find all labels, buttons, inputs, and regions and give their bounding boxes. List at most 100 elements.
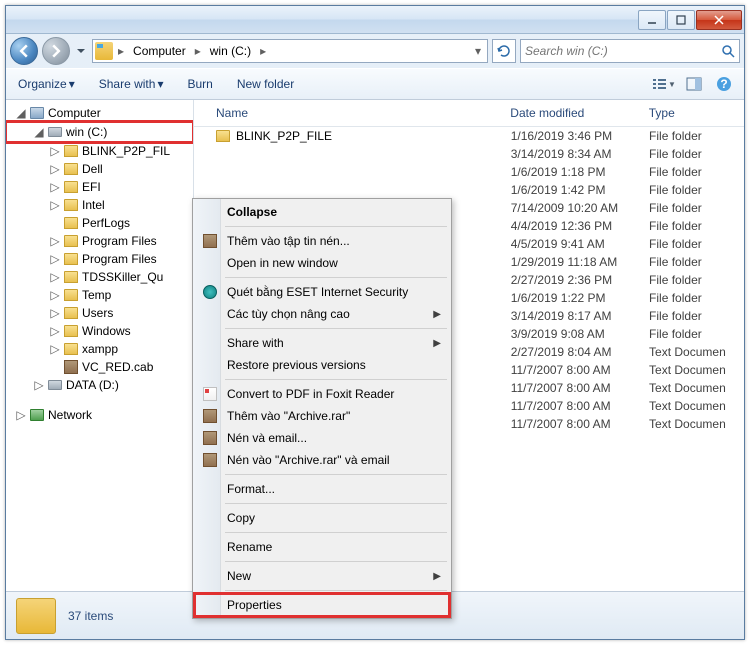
ctx-compress-email[interactable]: Nén và email... [195, 427, 449, 449]
folder-icon [64, 235, 78, 247]
file-row[interactable]: 1/6/2019 1:42 PMFile folder [194, 181, 744, 199]
file-row[interactable]: 1/6/2019 1:18 PMFile folder [194, 163, 744, 181]
folder-icon [216, 130, 230, 142]
explorer-window: ▸ Computer ▸ win (C:) ▸ ▾ Organize ▾ Sha… [5, 5, 745, 640]
ctx-advanced-options[interactable]: Các tùy chọn nâng cao▶ [195, 303, 449, 325]
minimize-button[interactable] [638, 10, 666, 30]
ctx-convert-pdf[interactable]: Convert to PDF in Foxit Reader [195, 383, 449, 405]
caret-icon[interactable]: ◢ [16, 108, 26, 118]
tree-folder[interactable]: ▷Users [6, 304, 193, 322]
col-name[interactable]: Name [194, 100, 502, 126]
ctx-add-to-archive[interactable]: Thêm vào tập tin nén... [195, 230, 449, 252]
status-count: 37 items [68, 609, 113, 623]
ctx-share-with[interactable]: Share with▶ [195, 332, 449, 354]
col-date[interactable]: Date modified [502, 100, 640, 126]
chevron-right-icon: ▶ [433, 571, 441, 582]
maximize-button[interactable] [667, 10, 695, 30]
ctx-new[interactable]: New▶ [195, 565, 449, 587]
navigation-pane[interactable]: ◢ Computer ◢ win (C:) ▷BLINK_P2P_FIL▷Del… [6, 100, 194, 591]
ctx-compress-archive-email[interactable]: Nén vào "Archive.rar" và email [195, 449, 449, 471]
svg-text:?: ? [720, 77, 727, 91]
tree-folder[interactable]: ▷xampp [6, 340, 193, 358]
ctx-format[interactable]: Format... [195, 478, 449, 500]
caret-icon[interactable]: ▷ [50, 200, 60, 210]
drive-icon [48, 380, 62, 390]
folder-icon [64, 271, 78, 283]
tree-folder[interactable]: ▷BLINK_P2P_FIL [6, 142, 193, 160]
folder-icon [64, 217, 78, 229]
back-button[interactable] [10, 37, 38, 65]
tree-folder[interactable]: ▷Windows [6, 322, 193, 340]
chevron-right-icon[interactable]: ▸ [257, 44, 269, 58]
address-bar[interactable]: ▸ Computer ▸ win (C:) ▸ ▾ [92, 39, 488, 63]
search-input[interactable] [525, 44, 717, 58]
ctx-properties[interactable]: Properties [195, 594, 449, 616]
tree-folder[interactable]: VC_RED.cab [6, 358, 193, 376]
ctx-eset-scan[interactable]: Quét bằng ESET Internet Security [195, 281, 449, 303]
preview-pane-button[interactable] [682, 73, 706, 95]
caret-icon[interactable]: ▷ [50, 272, 60, 282]
caret-icon[interactable]: ▷ [50, 290, 60, 300]
computer-icon [30, 107, 44, 119]
column-headers: Name Date modified Type [194, 100, 744, 127]
chevron-right-icon: ▶ [433, 338, 441, 349]
tree-folder[interactable]: ▷Intel [6, 196, 193, 214]
caret-icon[interactable]: ▷ [50, 254, 60, 264]
burn-button[interactable]: Burn [183, 74, 216, 94]
ctx-copy[interactable]: Copy [195, 507, 449, 529]
tree-folder[interactable]: ▷Temp [6, 286, 193, 304]
ctx-open-new-window[interactable]: Open in new window [195, 252, 449, 274]
search-box[interactable] [520, 39, 740, 63]
tree-folder[interactable]: PerfLogs [6, 214, 193, 232]
nav-history-dropdown[interactable] [74, 39, 88, 63]
organize-button[interactable]: Organize ▾ [14, 74, 79, 94]
new-folder-button[interactable]: New folder [233, 74, 298, 94]
caret-icon[interactable]: ◢ [34, 127, 44, 137]
caret-icon[interactable]: ▷ [50, 236, 60, 246]
tree-folder[interactable]: ▷Dell [6, 160, 193, 178]
eset-icon [203, 285, 217, 299]
ctx-add-archive-rar[interactable]: Thêm vào "Archive.rar" [195, 405, 449, 427]
col-type[interactable]: Type [641, 100, 744, 126]
tree-computer[interactable]: ◢ Computer [6, 104, 193, 122]
ctx-collapse[interactable]: Collapse [195, 201, 449, 223]
titlebar [6, 6, 744, 34]
breadcrumb-drive[interactable]: win (C:) [206, 42, 255, 60]
folder-icon [64, 289, 78, 301]
caret-icon[interactable]: ▷ [50, 182, 60, 192]
breadcrumb-computer[interactable]: Computer [129, 42, 190, 60]
tree-drive-d[interactable]: ▷ DATA (D:) [6, 376, 193, 394]
ctx-restore-versions[interactable]: Restore previous versions [195, 354, 449, 376]
folder-icon [64, 181, 78, 193]
caret-icon[interactable] [50, 218, 60, 228]
ctx-rename[interactable]: Rename [195, 536, 449, 558]
caret-icon[interactable]: ▷ [16, 410, 26, 420]
tree-drive-c[interactable]: ◢ win (C:) [6, 123, 193, 141]
chevron-down-icon[interactable]: ▾ [471, 44, 485, 58]
help-button[interactable]: ? [712, 73, 736, 95]
view-options-button[interactable]: ▼ [652, 73, 676, 95]
caret-icon[interactable]: ▷ [34, 380, 44, 390]
tree-network[interactable]: ▷ Network [6, 406, 193, 424]
rar-icon [203, 431, 217, 445]
caret-icon[interactable]: ▷ [50, 146, 60, 156]
refresh-button[interactable] [492, 39, 516, 63]
caret-icon[interactable]: ▷ [50, 344, 60, 354]
chevron-right-icon[interactable]: ▸ [192, 44, 204, 58]
forward-button[interactable] [42, 37, 70, 65]
tree-folder[interactable]: ▷Program Files [6, 250, 193, 268]
file-row[interactable]: BLINK_P2P_FILE1/16/2019 3:46 PMFile fold… [194, 127, 744, 145]
chevron-right-icon[interactable]: ▸ [115, 44, 127, 58]
tree-folder[interactable]: ▷Program Files [6, 232, 193, 250]
close-button[interactable] [696, 10, 742, 30]
file-row[interactable]: 3/14/2019 8:34 AMFile folder [194, 145, 744, 163]
caret-icon[interactable]: ▷ [50, 326, 60, 336]
tree-folder[interactable]: ▷EFI [6, 178, 193, 196]
folder-icon [16, 598, 56, 634]
caret-icon[interactable]: ▷ [50, 164, 60, 174]
caret-icon[interactable]: ▷ [50, 308, 60, 318]
tree-folder[interactable]: ▷TDSSKiller_Qu [6, 268, 193, 286]
caret-icon[interactable] [50, 362, 60, 372]
share-with-button[interactable]: Share with ▾ [95, 74, 168, 94]
rar-icon [203, 409, 217, 423]
